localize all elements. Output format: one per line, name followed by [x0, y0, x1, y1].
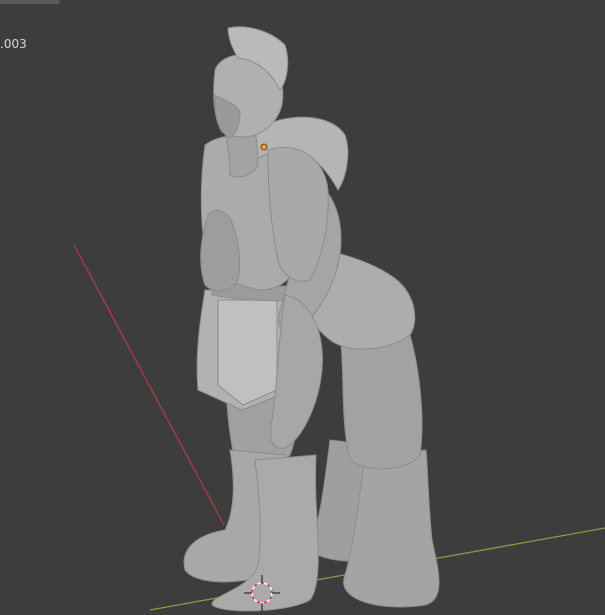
- skirt-center-panel: [217, 299, 278, 406]
- 3d-viewport[interactable]: .003: [0, 0, 605, 615]
- back-thigh: [339, 334, 423, 470]
- warrior-model[interactable]: [183, 26, 440, 612]
- viewport-scene[interactable]: [0, 0, 605, 615]
- object-origin-icon[interactable]: [260, 143, 268, 151]
